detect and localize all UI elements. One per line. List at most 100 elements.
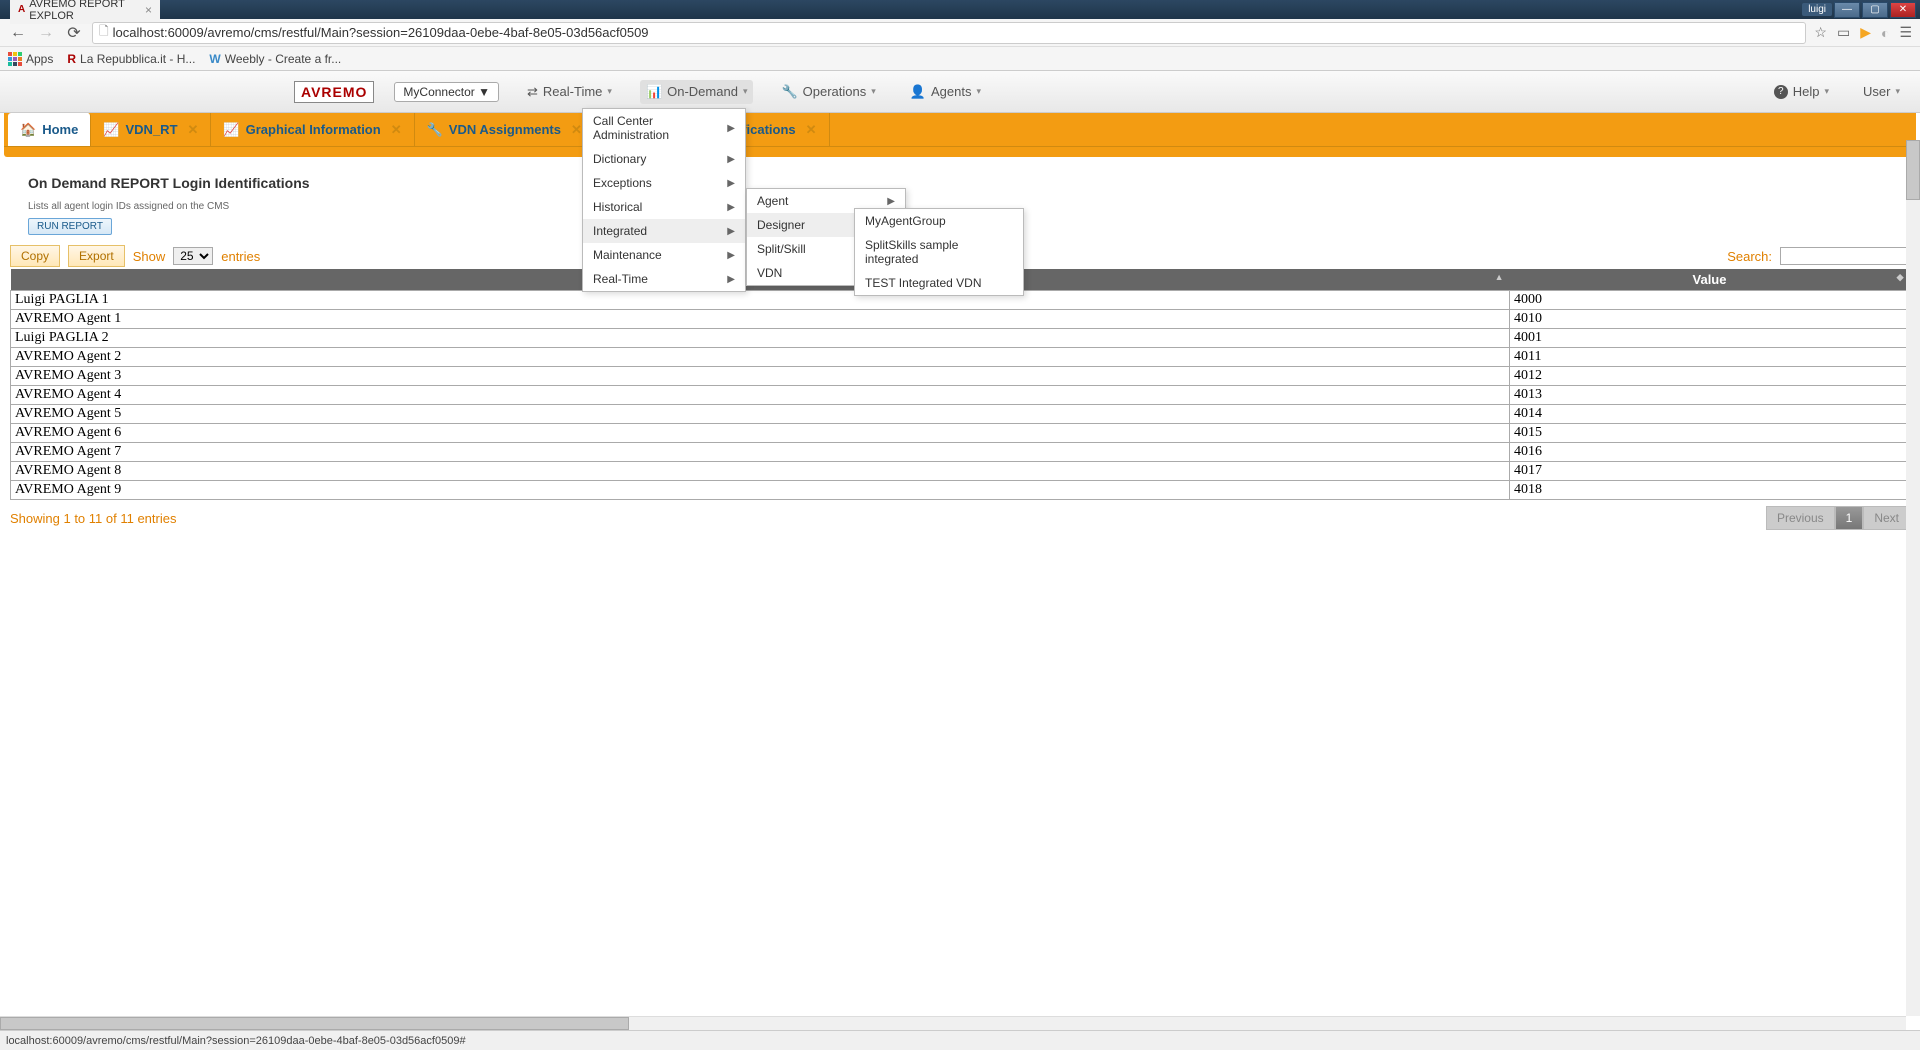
cell-name: AVREMO Agent 9 xyxy=(11,481,1510,500)
tab-label: VDN Assignments xyxy=(449,122,561,137)
bookmark-weebly-label: Weebly - Create a fr... xyxy=(225,52,342,66)
page-size-select[interactable]: 25 xyxy=(173,247,213,265)
cell-name: AVREMO Agent 7 xyxy=(11,443,1510,462)
vertical-scrollbar[interactable] xyxy=(1906,140,1920,1016)
tab-close-icon[interactable]: ✕ xyxy=(571,122,582,138)
menu-item-label: Historical xyxy=(593,200,642,214)
tab-close-icon[interactable]: ✕ xyxy=(806,122,817,138)
cell-value: 4015 xyxy=(1510,424,1910,443)
col-value-header[interactable]: Value◆ xyxy=(1510,269,1910,291)
cell-value: 4013 xyxy=(1510,386,1910,405)
browser-titlebar: A AVREMO REPORT EXPLOR × luigi — ▢ ✕ xyxy=(0,0,1920,19)
cell-value: 4000 xyxy=(1510,291,1910,310)
table-row: AVREMO Agent 74016 xyxy=(11,443,1910,462)
run-report-button[interactable]: RUN REPORT xyxy=(28,218,112,235)
tab-close-icon[interactable]: ✕ xyxy=(188,122,199,138)
menu-item-label: VDN xyxy=(757,266,782,280)
table-row: AVREMO Agent 44013 xyxy=(11,386,1910,405)
search-label: Search: xyxy=(1727,249,1772,264)
tab-close-icon[interactable]: × xyxy=(145,3,152,17)
wrench-icon: 🔧 xyxy=(781,84,797,100)
tab-vdn-assignments[interactable]: 🔧 VDN Assignments ✕ xyxy=(415,113,595,146)
wrench-icon: 🔧 xyxy=(427,122,443,138)
menu-icon[interactable]: ☰ xyxy=(1899,24,1912,41)
maximize-button[interactable]: ▢ xyxy=(1862,2,1888,18)
device-icon[interactable]: ▭ xyxy=(1837,24,1850,41)
next-button[interactable]: Next xyxy=(1863,506,1910,530)
horizontal-scrollbar[interactable] xyxy=(0,1016,1906,1030)
tab-label: Graphical Information xyxy=(246,122,381,137)
page-title: On Demand REPORT Login Identifications xyxy=(28,175,1892,191)
menu-agents-label: Agents xyxy=(931,84,971,99)
caret-icon: ▾ xyxy=(743,86,748,97)
tab-close-icon[interactable]: ✕ xyxy=(391,122,402,138)
connector-dropdown[interactable]: MyConnector ▼ xyxy=(394,82,499,102)
cell-name: AVREMO Agent 5 xyxy=(11,405,1510,424)
menu-help[interactable]: ? Help ▾ xyxy=(1768,80,1835,103)
user-badge[interactable]: luigi xyxy=(1802,3,1832,16)
app-logo: AVREMO xyxy=(294,81,374,103)
extension-icon[interactable]: ◐ xyxy=(1881,25,1889,41)
menu-item-label: Maintenance xyxy=(593,248,662,262)
export-button[interactable]: Export xyxy=(68,245,125,267)
bookmark-repubblica-label: La Repubblica.it - H... xyxy=(80,52,195,66)
menu-realtime[interactable]: ⇄ Real-Time ▾ xyxy=(521,80,618,104)
close-window-button[interactable]: ✕ xyxy=(1890,2,1916,18)
back-button[interactable]: ← xyxy=(8,23,28,43)
menu-item-label: Integrated xyxy=(593,224,647,238)
tab-title: AVREMO REPORT EXPLOR xyxy=(29,0,141,22)
play-icon[interactable]: ▶ xyxy=(1860,24,1871,41)
menu-item-splitskills-sample-integrated[interactable]: SplitSkills sample integrated xyxy=(855,233,1023,271)
menu-item-dictionary[interactable]: Dictionary▶ xyxy=(583,147,745,171)
sort-icon: ▲ xyxy=(1495,272,1504,282)
menu-item-label: Agent xyxy=(757,194,788,208)
copy-button[interactable]: Copy xyxy=(10,245,60,267)
vscroll-thumb[interactable] xyxy=(1906,140,1920,200)
tab-home[interactable]: 🏠Home xyxy=(8,113,91,146)
hscroll-thumb[interactable] xyxy=(0,1017,629,1030)
menu-item-exceptions[interactable]: Exceptions▶ xyxy=(583,171,745,195)
menu-item-label: Dictionary xyxy=(593,152,646,166)
previous-button[interactable]: Previous xyxy=(1766,506,1835,530)
apps-icon xyxy=(8,52,22,66)
menu-item-label: Real-Time xyxy=(593,272,648,286)
menu-item-label: Designer xyxy=(757,218,805,232)
url-text: localhost:60009/avremo/cms/restful/Main?… xyxy=(113,25,649,40)
cell-name: AVREMO Agent 8 xyxy=(11,462,1510,481)
cell-name: AVREMO Agent 2 xyxy=(11,348,1510,367)
menu-agents[interactable]: 👤 Agents ▾ xyxy=(904,80,987,104)
menu-item-call-center-administration[interactable]: Call Center Administration▶ xyxy=(583,109,745,147)
menu-help-label: Help xyxy=(1793,84,1820,99)
tab-vdn_rt[interactable]: 📈VDN_RT✕ xyxy=(91,113,211,146)
menu-item-maintenance[interactable]: Maintenance▶ xyxy=(583,243,745,267)
tabs-bar: 🏠Home📈VDN_RT✕📈Graphical Information✕🔧VDN… xyxy=(4,113,1916,147)
data-table: Name▲ Value◆ Luigi PAGLIA 14000AVREMO Ag… xyxy=(10,269,1910,500)
forward-button[interactable]: → xyxy=(36,23,56,43)
menu-item-myagentgroup[interactable]: MyAgentGroup xyxy=(855,209,1023,233)
menu-ondemand[interactable]: 📊 On-Demand ▾ xyxy=(640,80,754,104)
menu-user[interactable]: User ▾ xyxy=(1857,80,1906,103)
bookmark-repubblica[interactable]: R La Repubblica.it - H... xyxy=(67,52,195,66)
star-icon[interactable]: ☆ xyxy=(1814,24,1827,41)
bookmark-apps[interactable]: Apps xyxy=(8,52,53,66)
minimize-button[interactable]: — xyxy=(1834,2,1860,18)
bookmark-weebly[interactable]: W Weebly - Create a fr... xyxy=(209,52,341,66)
menu-item-real-time[interactable]: Real-Time▶ xyxy=(583,267,745,291)
table-info: Showing 1 to 11 of 11 entries xyxy=(10,511,176,526)
url-bar[interactable]: 🗋 localhost:60009/avremo/cms/restful/Mai… xyxy=(92,22,1806,44)
menu-item-historical[interactable]: Historical▶ xyxy=(583,195,745,219)
connector-label: MyConnector xyxy=(403,85,474,99)
cell-name: Luigi PAGLIA 2 xyxy=(11,329,1510,348)
page-1-button[interactable]: 1 xyxy=(1835,506,1864,530)
menu-operations[interactable]: 🔧 Operations ▾ xyxy=(775,80,881,104)
submenu-arrow-icon: ▶ xyxy=(887,196,895,207)
browser-tab[interactable]: A AVREMO REPORT EXPLOR × xyxy=(10,0,160,24)
cell-name: AVREMO Agent 4 xyxy=(11,386,1510,405)
bookmark-apps-label: Apps xyxy=(26,52,53,66)
search-input[interactable] xyxy=(1780,247,1910,265)
person-icon: 👤 xyxy=(910,84,926,100)
tab-graphical-information[interactable]: 📈Graphical Information✕ xyxy=(211,113,414,146)
menu-item-integrated[interactable]: Integrated▶ xyxy=(583,219,745,243)
menu-item-test-integrated-vdn[interactable]: TEST Integrated VDN xyxy=(855,271,1023,295)
reload-button[interactable]: ⟳ xyxy=(64,23,84,43)
